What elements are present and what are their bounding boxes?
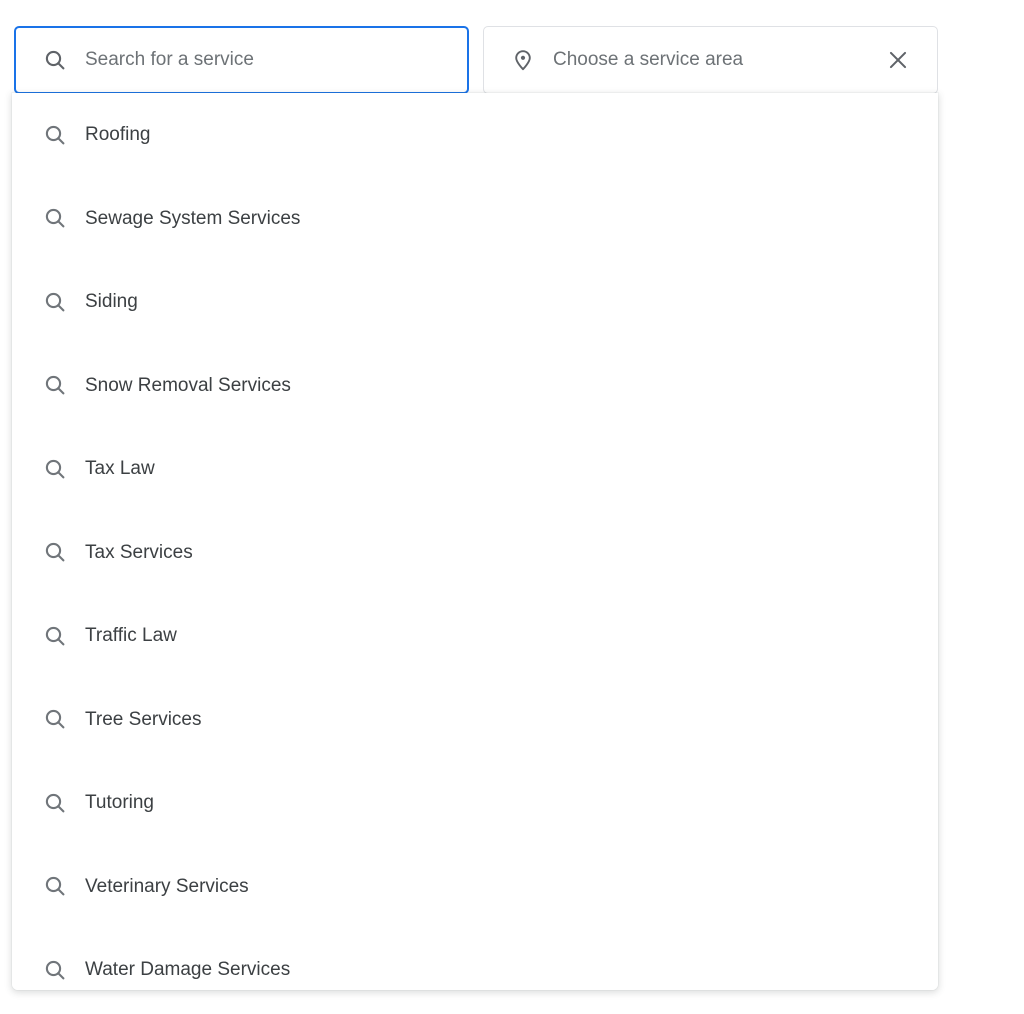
location-pin-icon xyxy=(510,47,536,73)
suggestion-label: Water Damage Services xyxy=(85,959,291,981)
autocomplete-screen: Roofing Sewage System Services Siding Sn… xyxy=(0,0,1024,1014)
suggestion-label: Tree Services xyxy=(85,708,202,730)
search-icon xyxy=(42,205,68,231)
search-icon xyxy=(42,873,68,899)
suggestions-dropdown: Roofing Sewage System Services Siding Sn… xyxy=(12,93,938,990)
suggestion-item[interactable]: Veterinary Services xyxy=(12,844,938,928)
close-icon xyxy=(885,47,911,73)
suggestion-item[interactable]: Sewage System Services xyxy=(12,176,938,260)
clear-service-area-button[interactable] xyxy=(881,43,915,77)
service-area-input[interactable] xyxy=(553,27,881,93)
suggestion-item[interactable]: Tax Law xyxy=(12,427,938,511)
suggestion-label: Roofing xyxy=(85,124,151,146)
search-icon xyxy=(42,122,68,148)
suggestion-label: Tax Services xyxy=(85,541,193,563)
suggestion-item[interactable]: Snow Removal Services xyxy=(12,343,938,427)
suggestion-item[interactable]: Tax Services xyxy=(12,510,938,594)
service-area-field[interactable] xyxy=(483,26,938,94)
search-icon xyxy=(42,623,68,649)
suggestion-label: Veterinary Services xyxy=(85,875,249,897)
search-bar-row xyxy=(0,0,1024,94)
suggestion-label: Snow Removal Services xyxy=(85,374,291,396)
search-icon xyxy=(42,706,68,732)
search-icon xyxy=(42,957,68,983)
suggestion-item[interactable]: Tree Services xyxy=(12,677,938,761)
suggestion-label: Tax Law xyxy=(85,458,155,480)
service-search-field[interactable] xyxy=(14,26,469,94)
suggestion-item[interactable]: Siding xyxy=(12,260,938,344)
suggestion-item[interactable]: Water Damage Services xyxy=(12,928,938,990)
search-icon xyxy=(42,456,68,482)
search-icon xyxy=(42,289,68,315)
suggestion-label: Siding xyxy=(85,291,138,313)
search-input[interactable] xyxy=(85,28,467,92)
suggestion-label: Tutoring xyxy=(85,792,154,814)
suggestion-label: Sewage System Services xyxy=(85,207,301,229)
suggestion-item[interactable]: Tutoring xyxy=(12,761,938,845)
suggestion-label: Traffic Law xyxy=(85,625,177,647)
search-icon xyxy=(42,539,68,565)
suggestion-item[interactable]: Roofing xyxy=(12,93,938,177)
search-icon xyxy=(42,47,68,73)
search-icon xyxy=(42,372,68,398)
suggestion-item[interactable]: Traffic Law xyxy=(12,594,938,678)
search-icon xyxy=(42,790,68,816)
